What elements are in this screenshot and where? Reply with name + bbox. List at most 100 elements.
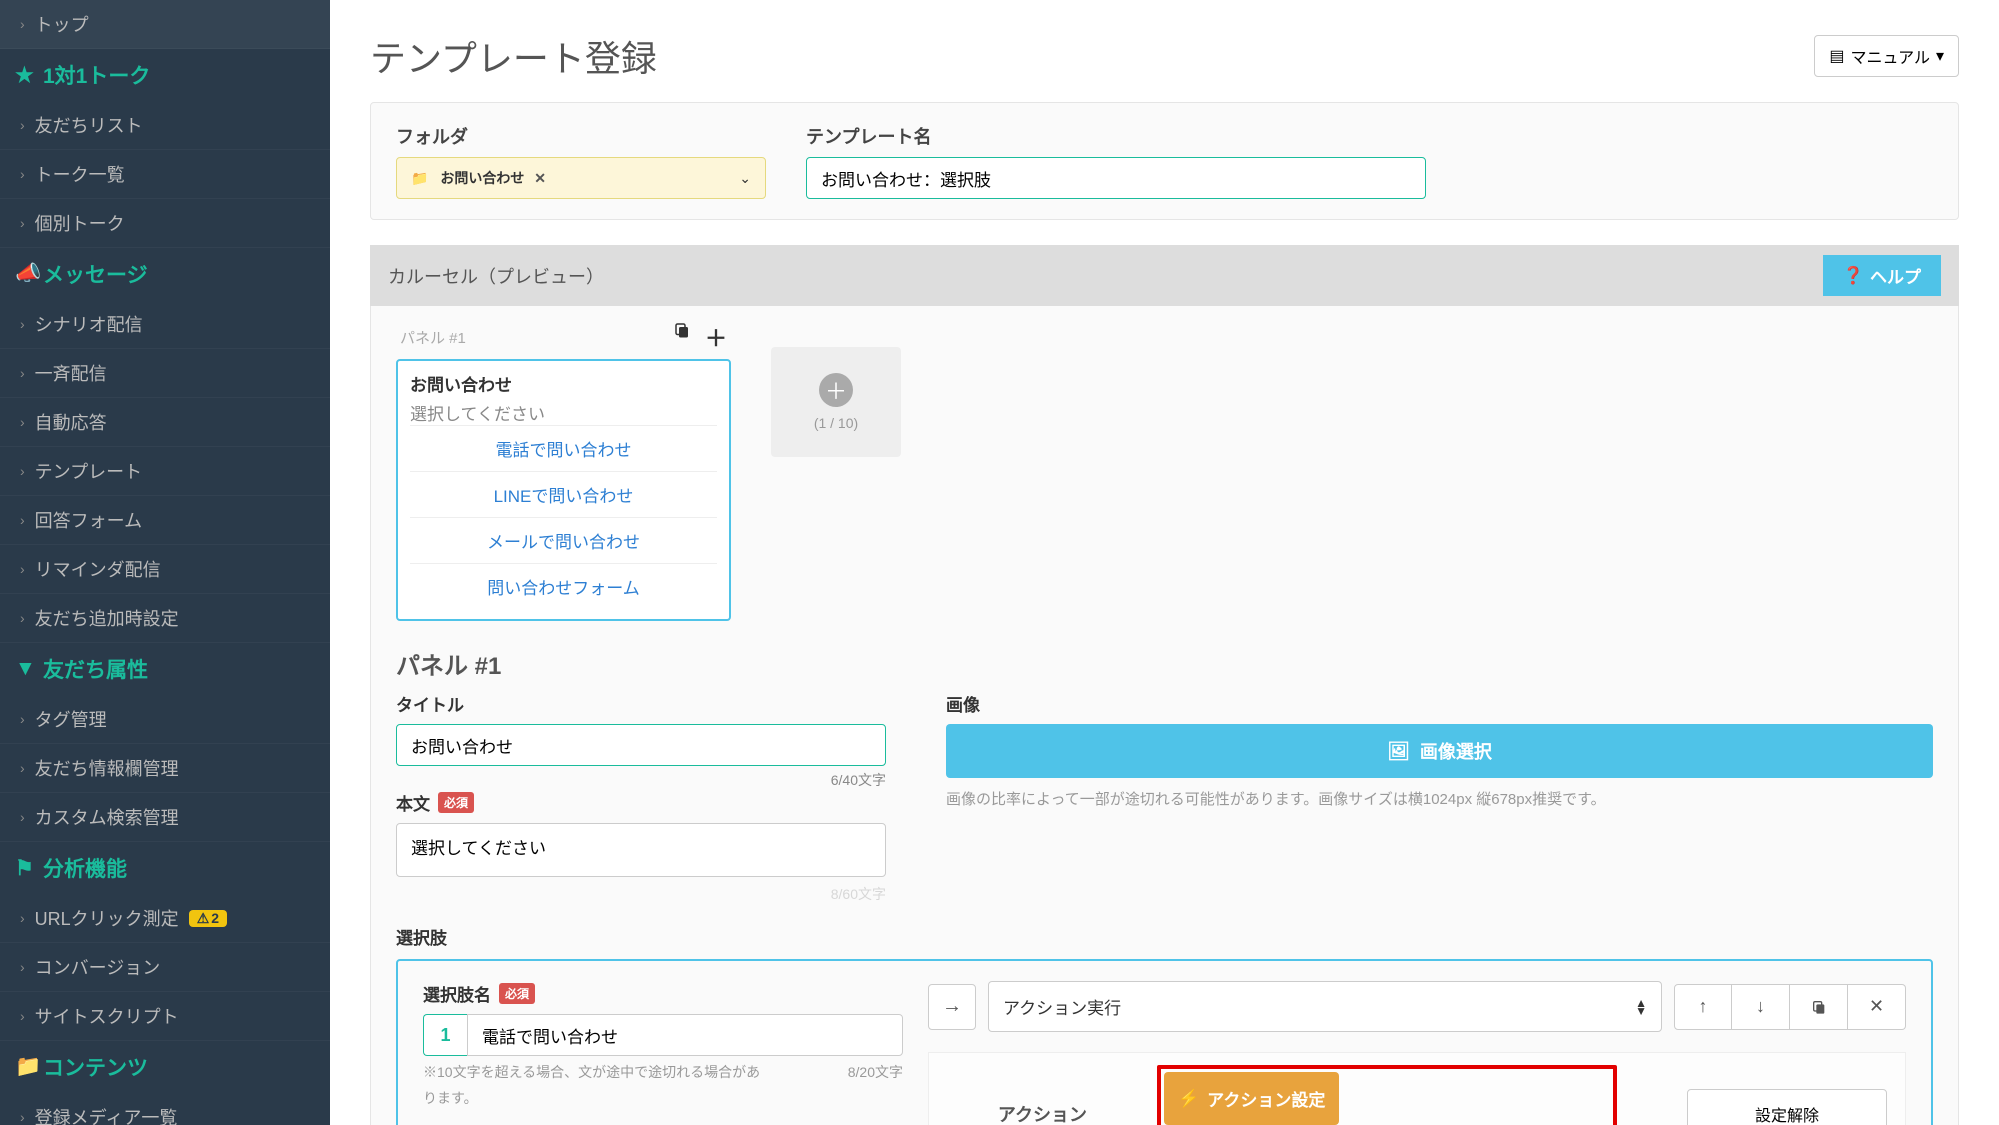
card-option[interactable]: LINEで問い合わせ [410, 471, 717, 517]
action-type-select[interactable]: アクション実行 ▲▼ [988, 981, 1662, 1032]
star-icon: ★ [15, 63, 33, 88]
image-select-button[interactable]: 🖼 画像選択 [946, 724, 1933, 778]
template-meta-panel: フォルダ 📁 お問い合わせ ✕ ⌄ テンプレート名 [370, 102, 1959, 220]
sidebar-label: コンテンツ [43, 1052, 148, 1082]
plus-circle-icon: ＋ [819, 373, 853, 407]
sidebar-section-contents[interactable]: 📁コンテンツ [0, 1041, 330, 1093]
choice-controls: ↑ ↓ ✕ [1674, 984, 1906, 1030]
sidebar: ›トップ ★1対1トーク ›友だちリスト ›トーク一覧 ›個別トーク 📣メッセー… [0, 0, 330, 1125]
sidebar-label: 登録メディア一覧 [35, 1104, 178, 1125]
choice-note-cont: ります。 [423, 1088, 903, 1108]
panel-editor: パネル #1 タイトル 6/40文字 本文 必須 8/60文字 [396, 646, 1933, 904]
card-subtitle: 選択してください [410, 400, 717, 425]
select-arrows-icon: ▲▼ [1635, 999, 1647, 1015]
page-title: テンプレート登録 [370, 30, 657, 82]
panel-body-input[interactable] [396, 823, 886, 877]
sidebar-item-template[interactable]: ›テンプレート [0, 447, 330, 496]
sidebar-section-talk[interactable]: ★1対1トーク [0, 49, 330, 101]
carousel-area: パネル #1 ＋ お問い合わせ 選択してください 電話で問い合わせ LINEで問… [370, 306, 1959, 1125]
card-option[interactable]: 問い合わせフォーム [410, 563, 717, 609]
book-icon: ▤ [1829, 46, 1844, 66]
folder-value: お問い合わせ [440, 170, 524, 186]
action-label: アクション [947, 1101, 1087, 1125]
sidebar-label: 分析機能 [43, 853, 127, 883]
sidebar-label: 回答フォーム [35, 507, 142, 533]
sidebar-item-answer-form[interactable]: ›回答フォーム [0, 496, 330, 545]
action-settings-label: アクション設定 [1207, 1086, 1325, 1111]
panel-label: パネル #1 [400, 327, 466, 348]
sidebar-label: 友だち情報欄管理 [35, 755, 179, 781]
sidebar-item-custom-search[interactable]: ›カスタム検索管理 [0, 793, 330, 842]
choice-note: ※10文字を超える場合、文が途中で途切れる場合があ [423, 1062, 760, 1082]
sidebar-item-reminder[interactable]: ›リマインダ配信 [0, 545, 330, 594]
choice-name-label: 選択肢名 必須 [423, 981, 903, 1006]
sidebar-section-message[interactable]: 📣メッセージ [0, 248, 330, 300]
folder-select[interactable]: 📁 お問い合わせ ✕ ⌄ [396, 157, 766, 199]
sidebar-item-talk-list[interactable]: ›トーク一覧 [0, 150, 330, 199]
choice-count: 8/20文字 [848, 1062, 903, 1082]
sidebar-label: メッセージ [43, 259, 148, 289]
sidebar-item-top[interactable]: ›トップ [0, 0, 330, 49]
sidebar-label: URLクリック測定 [35, 905, 179, 931]
choice-section: 選択肢 選択肢名 必須 1 [396, 924, 1933, 1125]
sidebar-item-scenario[interactable]: ›シナリオ配信 [0, 300, 330, 349]
choice-text-input[interactable] [467, 1014, 903, 1056]
sidebar-item-friend-info-mgmt[interactable]: ›友だち情報欄管理 [0, 744, 330, 793]
body-label: 本文 必須 [396, 790, 886, 815]
template-name-input[interactable] [806, 157, 1426, 199]
panel-counter: (1 / 10) [814, 415, 858, 431]
sidebar-section-friend-attr[interactable]: ▼友だち属性 [0, 643, 330, 695]
delete-button[interactable]: ✕ [1848, 984, 1906, 1030]
sidebar-item-individual-talk[interactable]: ›個別トーク [0, 199, 330, 248]
required-badge: 必須 [499, 983, 535, 1004]
panel-title-input[interactable] [396, 724, 886, 766]
sidebar-item-conversion[interactable]: ›コンバージョン [0, 943, 330, 992]
sidebar-item-friend-add-setting[interactable]: ›友だち追加時設定 [0, 594, 330, 643]
card-option[interactable]: 電話で問い合わせ [410, 425, 717, 471]
carousel-panel-card[interactable]: お問い合わせ 選択してください 電話で問い合わせ LINEで問い合わせ メールで… [396, 359, 731, 621]
sidebar-item-friend-list[interactable]: ›友だちリスト [0, 101, 330, 150]
warning-badge: ⚠2 [189, 910, 227, 927]
sidebar-item-media-list[interactable]: ›登録メディア一覧 [0, 1093, 330, 1125]
sidebar-label: 友だち属性 [43, 654, 148, 684]
copy-button[interactable] [1790, 984, 1848, 1030]
manual-label: マニュアル [1850, 44, 1930, 68]
sidebar-item-auto-reply[interactable]: ›自動応答 [0, 398, 330, 447]
help-label: ヘルプ [1870, 263, 1921, 288]
sidebar-label: カスタム検索管理 [35, 804, 179, 830]
action-settings-button[interactable]: ⚡ アクション設定 [1164, 1072, 1339, 1125]
carousel-section-title: カルーセル（プレビュー） [388, 263, 604, 289]
sidebar-label: 一斉配信 [35, 360, 107, 386]
plus-icon[interactable]: ＋ [705, 321, 727, 353]
sidebar-label: トップ [35, 11, 89, 37]
move-up-button[interactable]: ↑ [1674, 984, 1732, 1030]
question-icon: ❓ [1843, 266, 1864, 286]
title-label: タイトル [396, 691, 886, 716]
add-panel-button[interactable]: ＋ (1 / 10) [771, 347, 901, 457]
lightning-icon: ⚡ [1178, 1089, 1199, 1109]
sidebar-label: リマインダ配信 [35, 556, 161, 582]
copy-icon[interactable] [673, 321, 691, 353]
sidebar-item-tag-mgmt[interactable]: ›タグ管理 [0, 695, 330, 744]
folder-clear-icon[interactable]: ✕ [534, 170, 546, 186]
sidebar-item-url-click[interactable]: ›URLクリック測定⚠2 [0, 894, 330, 943]
sidebar-item-site-script[interactable]: ›サイトスクリプト [0, 992, 330, 1041]
clear-settings-button[interactable]: 設定解除 [1687, 1089, 1887, 1125]
action-select-value: アクション実行 [1003, 994, 1121, 1019]
sidebar-label: タグ管理 [35, 706, 107, 732]
sidebar-label: テンプレート [35, 458, 142, 484]
flag-icon: ⚑ [15, 856, 33, 881]
choice-number: 1 [423, 1014, 467, 1056]
sidebar-item-broadcast[interactable]: ›一斉配信 [0, 349, 330, 398]
help-button[interactable]: ❓ ヘルプ [1823, 255, 1941, 296]
panel-editor-title: パネル #1 [396, 646, 1933, 681]
sidebar-label: サイトスクリプト [35, 1003, 179, 1029]
sidebar-label: 個別トーク [35, 210, 125, 236]
card-option[interactable]: メールで問い合わせ [410, 517, 717, 563]
choice-box: 選択肢名 必須 1 ※10文字を超える場合、文が途中で途切れる場合があ 8/20… [396, 959, 1933, 1125]
sidebar-label: 友だちリスト [35, 112, 143, 138]
manual-button[interactable]: ▤ マニュアル ▾ [1814, 35, 1959, 77]
sidebar-section-analytics[interactable]: ⚑ 分析機能 [0, 842, 330, 894]
move-down-button[interactable]: ↓ [1732, 984, 1790, 1030]
card-title: お問い合わせ [410, 371, 717, 396]
